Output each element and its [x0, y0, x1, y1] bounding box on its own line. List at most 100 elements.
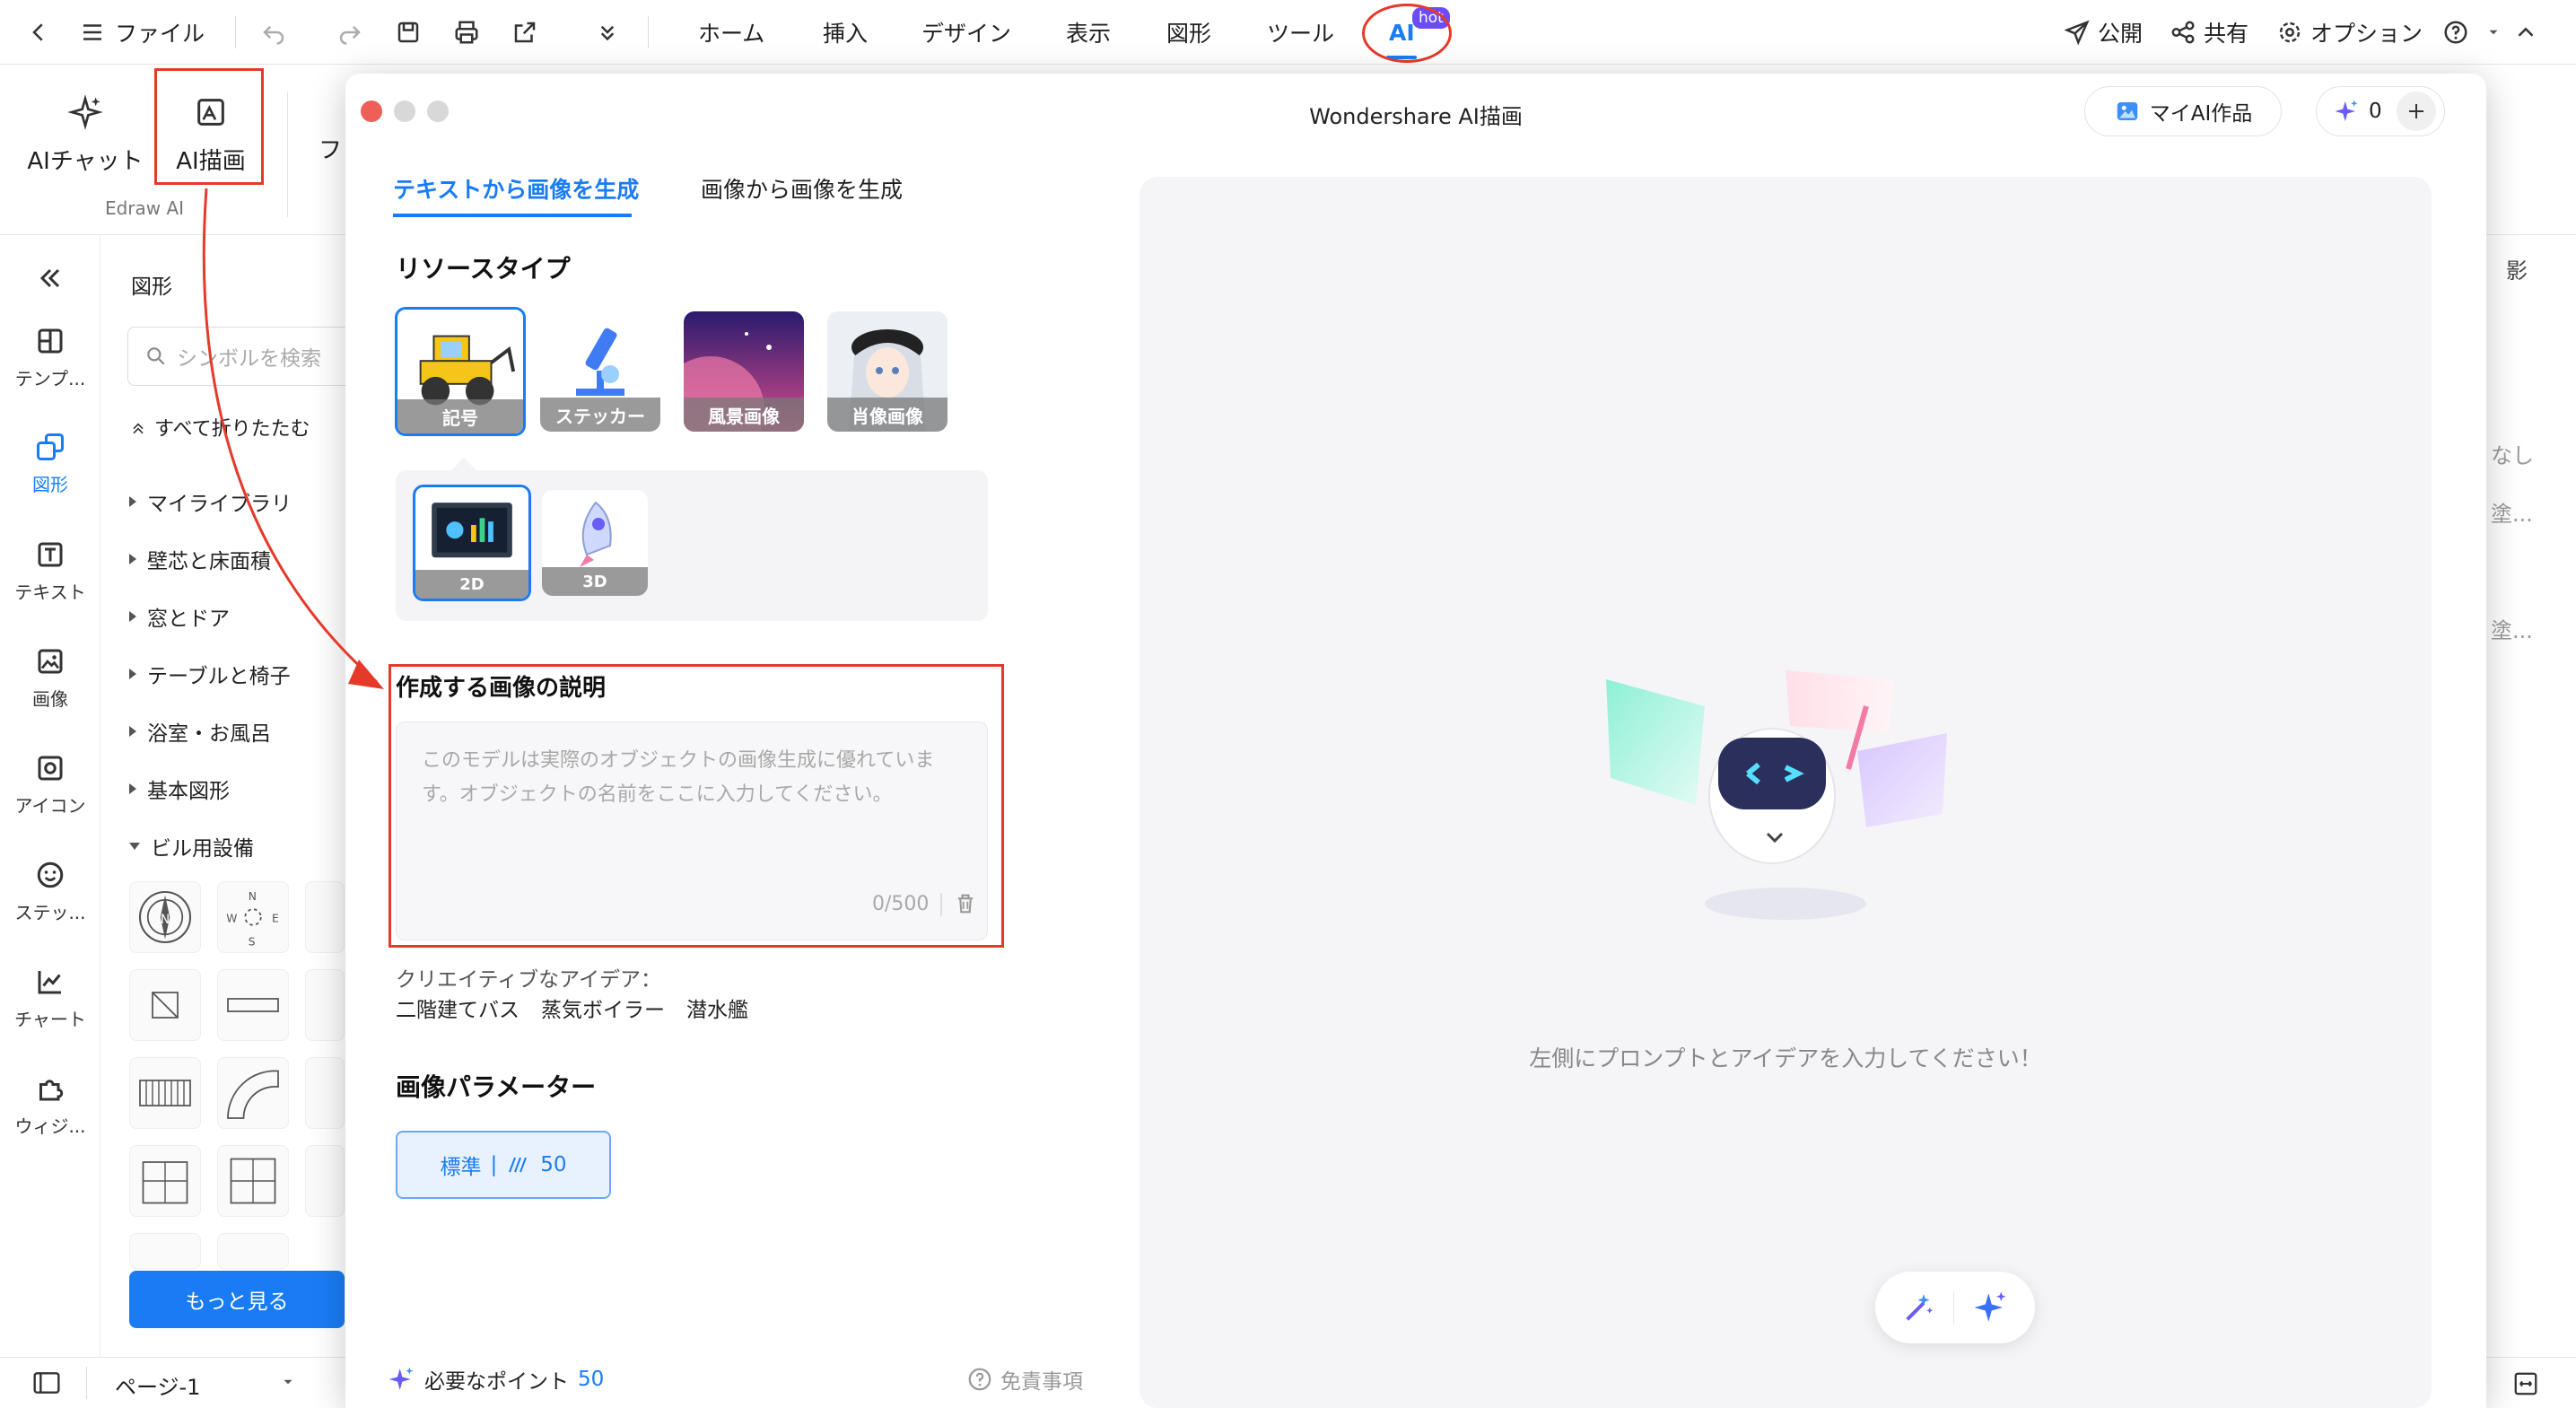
fit-page-button[interactable] — [2512, 1370, 2539, 1397]
sticker-icon — [37, 861, 64, 888]
rail-item-shapes[interactable]: 図形 — [0, 431, 100, 496]
shape-compass-rose[interactable]: N SW E — [217, 881, 289, 953]
more-shapes-button[interactable]: もっと見る — [129, 1271, 345, 1328]
chart-icon — [38, 971, 61, 994]
rail-item-widgets[interactable]: ウィジ... — [0, 1072, 100, 1138]
shape-compass[interactable]: N — [129, 881, 201, 953]
shape-curved-stair[interactable] — [217, 1057, 289, 1129]
menu-design[interactable]: デザイン — [921, 0, 1011, 65]
save-button[interactable] — [395, 0, 422, 65]
category-basic-shapes[interactable]: 基本図形 — [129, 774, 230, 804]
category-label: 壁芯と床面積 — [147, 550, 271, 573]
tab-text-to-image[interactable]: テキストから画像を生成 — [393, 172, 639, 205]
menu-shapes[interactable]: 図形 — [1166, 0, 1211, 65]
back-button[interactable] — [25, 0, 52, 65]
rail-item-stickers[interactable]: ステッ... — [0, 859, 100, 924]
shape-partial[interactable] — [305, 1145, 345, 1217]
print-button[interactable] — [453, 0, 480, 65]
help-button[interactable] — [2442, 0, 2469, 65]
category-walls[interactable]: 壁芯と床面積 — [129, 544, 271, 574]
param-separator: | — [490, 1153, 498, 1176]
subtype-pointer — [451, 458, 476, 470]
shape-beam[interactable] — [217, 969, 289, 1041]
fit-icon — [2514, 1372, 2537, 1395]
divider — [648, 16, 649, 48]
escalator-icon — [139, 1080, 191, 1106]
floating-actions — [1875, 1272, 2035, 1343]
options-button[interactable]: オプション — [2276, 0, 2423, 65]
undo-button[interactable] — [260, 0, 287, 65]
share-button[interactable]: 共有 — [2170, 0, 2249, 65]
shape-partial[interactable] — [305, 1057, 345, 1129]
category-label: テーブルと椅子 — [147, 665, 291, 688]
category-my-library[interactable]: マイライブラリ — [129, 486, 292, 517]
resource-type-portrait[interactable]: 肖像画像 — [827, 311, 947, 432]
page-dropdown[interactable] — [280, 1374, 296, 1390]
category-building-equipment[interactable]: ビル用設備 — [129, 831, 254, 861]
stair-icon — [142, 1161, 188, 1204]
menu-tools[interactable]: ツール — [1267, 0, 1334, 65]
shape-wheel[interactable] — [129, 1233, 201, 1269]
category-tables-chairs[interactable]: テーブルと椅子 — [129, 659, 291, 689]
disclaimer-link[interactable]: 免責事項 — [966, 1364, 1083, 1395]
tab-image-to-image[interactable]: 画像から画像を生成 — [701, 172, 903, 205]
menu-view[interactable]: 表示 — [1066, 0, 1111, 65]
help-icon — [968, 1368, 991, 1391]
shape-stair[interactable] — [129, 1145, 201, 1217]
resource-type-landscape[interactable]: 風景画像 — [684, 311, 804, 432]
menu-home[interactable]: ホーム — [698, 0, 764, 65]
my-ai-works-button[interactable]: マイAI作品 — [2084, 86, 2282, 136]
symbol-search-input[interactable]: シンボルを検索 — [127, 327, 361, 386]
corner-icon — [152, 992, 179, 1019]
add-credits-button[interactable] — [2396, 92, 2436, 131]
resource-type-label: 風景画像 — [684, 398, 804, 432]
idea-chip[interactable]: 蒸気ボイラー — [541, 993, 665, 1023]
fill-option[interactable]: 塗... — [2491, 613, 2533, 644]
rail-item-icons[interactable]: アイコン — [0, 752, 100, 818]
collapse-ribbon-button[interactable] — [2512, 0, 2539, 65]
collapse-all-button[interactable]: すべて折りたたむ — [129, 413, 310, 442]
category-label: 基本図形 — [147, 780, 230, 803]
magic-wand-icon[interactable] — [1901, 1290, 1937, 1325]
page-panel-toggle[interactable] — [32, 1370, 61, 1395]
idea-chip[interactable]: 二階建てバス — [396, 993, 520, 1023]
menu-insert[interactable]: 挿入 — [823, 0, 868, 65]
resource-type-title: リソースタイプ — [396, 254, 571, 284]
file-menu[interactable]: ファイル — [79, 0, 205, 65]
active-tab-underline — [393, 214, 632, 217]
rail-item-charts[interactable]: チャート — [0, 966, 100, 1031]
file-menu-label: ファイル — [115, 21, 205, 47]
rail-collapse-button[interactable] — [0, 262, 100, 302]
rail-item-image[interactable]: 画像 — [0, 645, 100, 711]
category-windows-doors[interactable]: 窓とドア — [129, 601, 230, 632]
resource-type-symbol[interactable]: 記号 — [395, 307, 526, 436]
ai-chat-button[interactable]: AIチャット — [18, 81, 153, 188]
export-button[interactable] — [511, 0, 538, 65]
fill-option[interactable]: なし — [2491, 438, 2534, 469]
sparkle-icon[interactable] — [1971, 1289, 2009, 1326]
shape-elevator[interactable] — [217, 1145, 289, 1217]
shape-partial[interactable] — [305, 969, 345, 1041]
rail-item-text[interactable]: テキスト — [0, 538, 100, 604]
idea-chip[interactable]: 潜水艦 — [686, 993, 748, 1023]
widget-icon — [39, 1080, 64, 1101]
help-dropdown[interactable] — [2485, 0, 2502, 65]
param-value: 50 — [540, 1153, 567, 1176]
category-bathroom[interactable]: 浴室・お風呂 — [129, 716, 271, 747]
resource-type-sticker[interactable]: ステッカー — [540, 311, 660, 432]
image-params-button[interactable]: 標準 | 50 — [396, 1131, 611, 1199]
subtype-3d[interactable]: 3D — [542, 490, 648, 596]
ai-robot-illustration — [1606, 670, 1947, 920]
rail-label: テキスト — [14, 582, 86, 603]
shape-corner[interactable] — [129, 969, 201, 1041]
rail-item-templates[interactable]: テンプ... — [0, 325, 100, 390]
rail-label: テンプ... — [14, 368, 86, 389]
redo-button[interactable] — [336, 0, 363, 65]
shape-partial[interactable] — [305, 881, 345, 953]
publish-button[interactable]: 公開 — [2064, 0, 2143, 65]
shape-escalator[interactable] — [129, 1057, 201, 1129]
subtype-2d[interactable]: 2D — [413, 485, 531, 601]
shape-wheel[interactable] — [217, 1233, 289, 1269]
more-tools-button[interactable] — [594, 0, 621, 65]
fill-option[interactable]: 塗... — [2491, 496, 2533, 528]
